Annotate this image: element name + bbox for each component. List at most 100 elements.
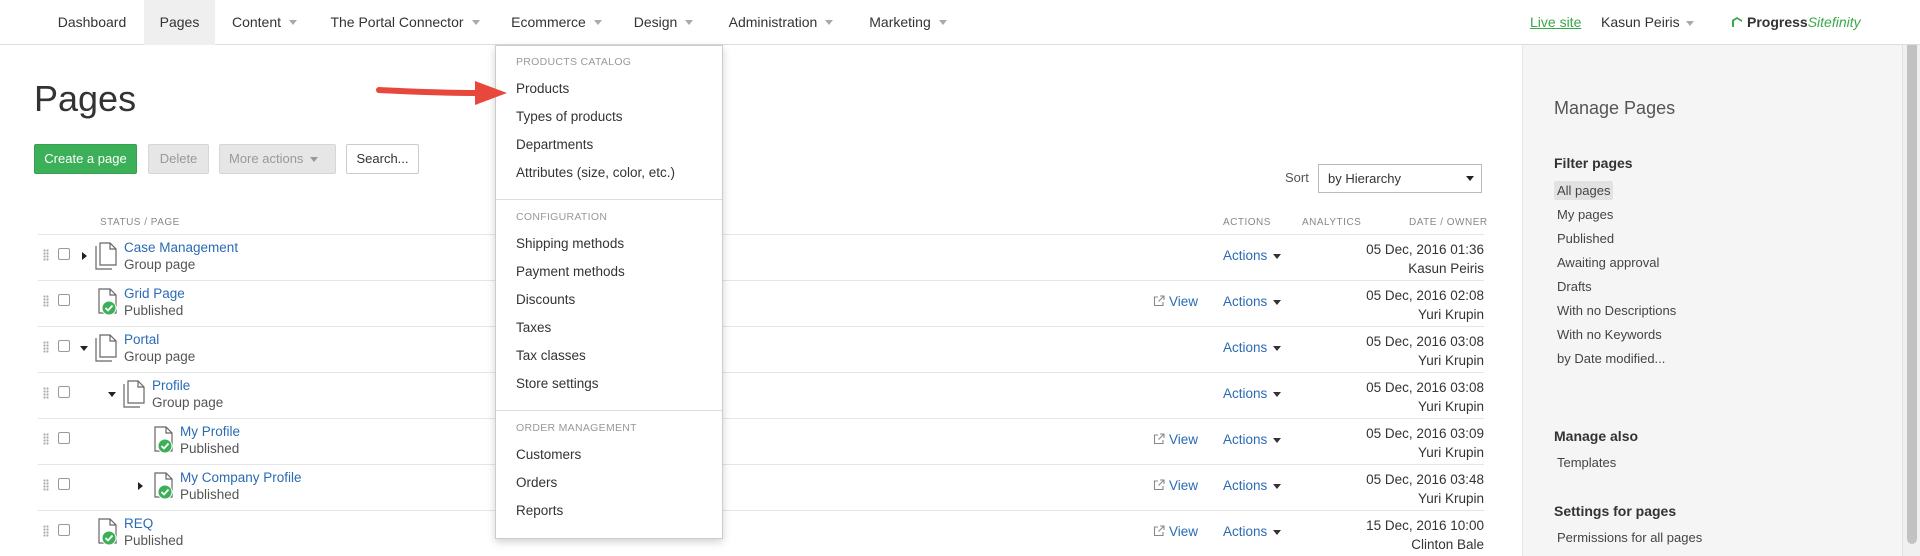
drag-handle-icon[interactable] [43, 433, 49, 445]
nav-item-the-portal-connector[interactable]: The Portal Connector [314, 0, 496, 45]
actions-dropdown[interactable]: Actions [1223, 386, 1282, 401]
menu-item-orders[interactable]: Orders [516, 475, 557, 490]
menu-item-attributes-size-color-etc[interactable]: Attributes (size, color, etc.) [516, 165, 675, 180]
menu-item-reports[interactable]: Reports [516, 503, 563, 518]
menu-item-store-settings[interactable]: Store settings [516, 376, 599, 391]
more-actions-label: More actions [229, 151, 304, 166]
view-link[interactable]: View [1153, 478, 1198, 493]
page-title-link[interactable]: REQ [124, 516, 153, 531]
row-checkbox[interactable] [58, 524, 70, 536]
drag-handle-icon[interactable] [43, 387, 49, 399]
row-checkbox[interactable] [58, 248, 70, 260]
chevron-down-icon [938, 19, 947, 25]
menu-item-types-of-products[interactable]: Types of products [516, 109, 623, 124]
view-link[interactable]: View [1153, 432, 1198, 447]
row-checkbox[interactable] [58, 340, 70, 352]
drag-handle-icon[interactable] [43, 295, 49, 307]
group-page-icon [95, 334, 119, 362]
row-checkbox[interactable] [58, 386, 70, 398]
delete-button[interactable]: Delete [148, 144, 209, 174]
templates-link[interactable]: Templates [1554, 453, 1619, 472]
filter-by-date-modified[interactable]: by Date modified... [1554, 349, 1668, 368]
nav-item-pages[interactable]: Pages [144, 0, 215, 45]
top-navigation: Dashboard Pages Content The Portal Connecto… [0, 0, 1920, 45]
sort-select[interactable]: by Hierarchy [1318, 164, 1482, 193]
table-row[interactable]: Profile Group page Actions 05 Dec, 2016 03:… [38, 372, 1484, 418]
create-page-button[interactable]: Create a page [34, 144, 137, 174]
manage-also-heading: Manage also [1554, 428, 1639, 444]
menu-item-customers[interactable]: Customers [516, 447, 581, 462]
menu-item-products[interactable]: Products [516, 81, 569, 96]
actions-dropdown[interactable]: Actions [1223, 432, 1282, 447]
filter-drafts[interactable]: Drafts [1554, 277, 1595, 296]
user-name: Kasun Peiris [1601, 14, 1680, 30]
settings-heading: Settings for pages [1554, 503, 1677, 519]
nav-item-label: Design [633, 14, 678, 30]
view-link[interactable]: View [1153, 524, 1198, 539]
collapse-toggle-icon[interactable] [108, 392, 116, 397]
row-checkbox[interactable] [58, 294, 70, 306]
drag-handle-icon[interactable] [43, 249, 49, 261]
actions-dropdown[interactable]: Actions [1223, 478, 1282, 493]
search-button[interactable]: Search... [346, 144, 419, 174]
table-row[interactable]: Case Management Group page Actions 05 Dec, … [38, 234, 1484, 280]
table-row[interactable]: REQ Published View Actions 15 Dec, 2016 10:0… [38, 510, 1484, 556]
filter-with-no-keywords[interactable]: With no Keywords [1554, 325, 1665, 344]
page-title-link[interactable]: My Company Profile [180, 470, 302, 485]
table-row[interactable]: Portal Group page Actions 05 Dec, 2016 03:0… [38, 326, 1484, 372]
collapse-toggle-icon[interactable] [80, 346, 88, 351]
external-link-icon [1153, 479, 1165, 491]
nav-item-administration[interactable]: Administration [710, 0, 852, 45]
column-header-status-page: STATUS / PAGE [100, 217, 180, 228]
row-checkbox[interactable] [58, 478, 70, 490]
actions-dropdown[interactable]: Actions [1223, 294, 1282, 309]
nav-item-ecommerce[interactable]: Ecommerce [496, 0, 617, 45]
nav-item-label: Ecommerce [511, 14, 586, 30]
filter-my-pages[interactable]: My pages [1554, 205, 1616, 224]
expand-toggle-icon[interactable] [82, 252, 87, 260]
permissions-link[interactable]: Permissions for all pages [1554, 528, 1705, 547]
drag-handle-icon[interactable] [43, 525, 49, 537]
page-title-link[interactable]: Profile [152, 378, 190, 393]
expand-toggle-icon[interactable] [138, 482, 143, 490]
nav-item-design[interactable]: Design [617, 0, 710, 45]
user-menu[interactable]: Kasun Peiris [1601, 0, 1694, 45]
nav-item-label: Marketing [869, 14, 931, 30]
filter-with-no-descriptions[interactable]: With no Descriptions [1554, 301, 1679, 320]
actions-dropdown[interactable]: Actions [1223, 340, 1282, 355]
brand-logo: ProgressSitefinity [1730, 13, 1861, 31]
filter-all-pages[interactable]: All pages [1554, 181, 1614, 200]
actions-label: Actions [1223, 432, 1268, 447]
menu-item-discounts[interactable]: Discounts [516, 292, 575, 307]
table-row[interactable]: Grid Page Published View Actions 05 Dec, 201… [38, 280, 1484, 326]
nav-item-dashboard[interactable]: Dashboard [40, 0, 144, 45]
actions-dropdown[interactable]: Actions [1223, 524, 1282, 539]
menu-item-taxes[interactable]: Taxes [516, 320, 551, 335]
chevron-down-icon [471, 19, 480, 25]
table-row[interactable]: My Profile Published View Actions 05 Dec, 20… [38, 418, 1484, 464]
nav-item-marketing[interactable]: Marketing [852, 0, 964, 45]
page-title-link[interactable]: Case Management [124, 240, 238, 255]
scrollbar[interactable] [1902, 0, 1920, 556]
menu-item-departments[interactable]: Departments [516, 137, 593, 152]
menu-item-shipping-methods[interactable]: Shipping methods [516, 236, 624, 251]
view-link[interactable]: View [1153, 294, 1198, 309]
table-row[interactable]: My Company Profile Published View Actions 05… [38, 464, 1484, 510]
menu-item-payment-methods[interactable]: Payment methods [516, 264, 625, 279]
filter-published[interactable]: Published [1554, 229, 1617, 248]
nav-item-label: Administration [728, 14, 818, 30]
row-owner: Yuri Krupin [1417, 491, 1484, 506]
scrollbar-thumb[interactable] [1907, 14, 1917, 544]
actions-dropdown[interactable]: Actions [1223, 248, 1282, 263]
live-site-link[interactable]: Live site [1530, 0, 1581, 45]
drag-handle-icon[interactable] [43, 341, 49, 353]
page-title-link[interactable]: Portal [124, 332, 159, 347]
drag-handle-icon[interactable] [43, 479, 49, 491]
more-actions-button[interactable]: More actions [219, 144, 336, 174]
row-checkbox[interactable] [58, 432, 70, 444]
menu-item-tax-classes[interactable]: Tax classes [516, 348, 586, 363]
page-title-link[interactable]: My Profile [180, 424, 240, 439]
page-title-link[interactable]: Grid Page [124, 286, 185, 301]
filter-awaiting-approval[interactable]: Awaiting approval [1554, 253, 1662, 272]
nav-item-content[interactable]: Content [215, 0, 314, 45]
